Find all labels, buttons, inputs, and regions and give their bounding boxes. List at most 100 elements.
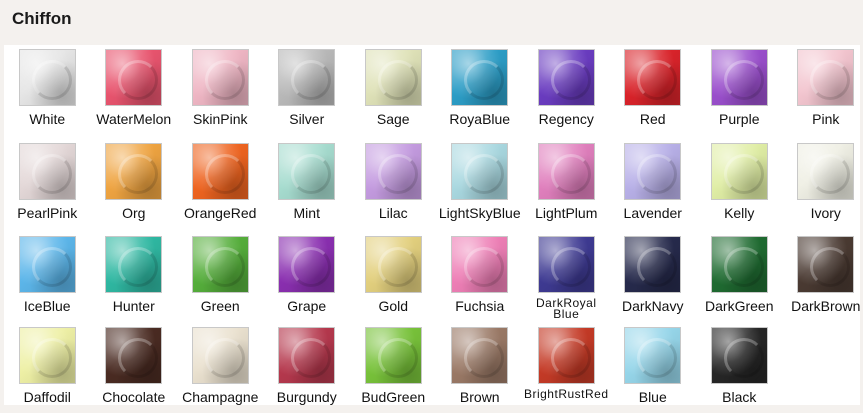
color-swatch-item[interactable]: Purple [696, 45, 783, 139]
swatch-panel: White WaterMelon SkinPink Silver Sage RoyaBlu… [4, 45, 860, 405]
fabric-swatch-image[interactable] [624, 327, 682, 384]
swatch-label: Blue [638, 389, 667, 405]
fabric-shading [538, 144, 594, 199]
fabric-swatch-image[interactable] [191, 236, 249, 293]
color-swatch-item[interactable]: Kelly [696, 139, 783, 232]
fabric-swatch-image[interactable] [278, 143, 336, 200]
fabric-swatch-image[interactable] [710, 327, 768, 384]
fabric-swatch-image[interactable] [710, 236, 768, 293]
fabric-shading [106, 144, 162, 199]
fabric-shading [365, 50, 421, 105]
fabric-swatch-image[interactable] [797, 49, 855, 106]
fabric-swatch-image[interactable] [105, 143, 163, 200]
color-swatch-item[interactable]: WaterMelon [91, 45, 178, 139]
color-swatch-item[interactable]: Black [696, 323, 783, 409]
color-swatch-item[interactable]: LightSkyBlue [437, 139, 524, 232]
fabric-swatch-image[interactable] [710, 49, 768, 106]
fabric-swatch-image[interactable] [278, 327, 336, 384]
fabric-shading [452, 328, 508, 383]
fabric-swatch-image[interactable] [105, 49, 163, 106]
fabric-shading [538, 237, 594, 292]
color-swatch-item[interactable]: Blue [610, 323, 697, 409]
fabric-swatch-image[interactable] [105, 327, 163, 384]
color-swatch-item[interactable]: Green [177, 232, 264, 323]
fabric-swatch-image[interactable] [278, 49, 336, 106]
swatch-label: SkinPink [193, 111, 248, 127]
color-swatch-item[interactable]: LightPlum [523, 139, 610, 232]
fabric-swatch-image[interactable] [278, 236, 336, 293]
color-swatch-item[interactable]: Daffodil [4, 323, 91, 409]
color-swatch-item[interactable]: Brown [437, 323, 524, 409]
fabric-shading [106, 50, 162, 105]
color-swatch-item[interactable]: Hunter [91, 232, 178, 323]
color-swatch-item[interactable]: Grape [264, 232, 351, 323]
color-swatch-item[interactable]: Pink [783, 45, 863, 139]
fabric-shading [452, 50, 508, 105]
color-swatch-item[interactable]: Org [91, 139, 178, 232]
color-swatch-item[interactable]: BrightRustRed [523, 323, 610, 409]
fabric-shading [711, 237, 767, 292]
fabric-swatch-image[interactable] [191, 327, 249, 384]
color-swatch-item[interactable]: Ivory [783, 139, 863, 232]
fabric-swatch-image[interactable] [797, 236, 855, 293]
color-swatch-item[interactable]: RoyaBlue [437, 45, 524, 139]
color-swatch-item[interactable]: DarkRoyal Blue [523, 232, 610, 323]
fabric-shading [625, 237, 681, 292]
fabric-swatch-image[interactable] [364, 143, 422, 200]
fabric-swatch-image[interactable] [451, 236, 509, 293]
fabric-swatch-image[interactable] [451, 143, 509, 200]
color-swatch-item[interactable]: DarkBrown [783, 232, 863, 323]
fabric-swatch-image[interactable] [451, 49, 509, 106]
fabric-shading [625, 144, 681, 199]
color-swatch-item[interactable]: Silver [264, 45, 351, 139]
fabric-swatch-image[interactable] [18, 49, 76, 106]
color-swatch-item[interactable]: White [4, 45, 91, 139]
color-swatch-item[interactable]: Lavender [610, 139, 697, 232]
fabric-swatch-image[interactable] [537, 236, 595, 293]
color-swatch-item[interactable]: DarkNavy [610, 232, 697, 323]
fabric-swatch-image[interactable] [191, 143, 249, 200]
fabric-swatch-image[interactable] [105, 236, 163, 293]
fabric-swatch-image[interactable] [624, 236, 682, 293]
fabric-swatch-image[interactable] [18, 236, 76, 293]
fabric-shading [452, 144, 508, 199]
color-swatch-item[interactable]: Sage [350, 45, 437, 139]
fabric-shading [279, 50, 335, 105]
color-swatch-item[interactable]: IceBlue [4, 232, 91, 323]
color-swatch-item[interactable]: Red [610, 45, 697, 139]
color-swatch-item[interactable]: Regency [523, 45, 610, 139]
color-swatch-item[interactable]: Chocolate [91, 323, 178, 409]
swatch-label: Sage [376, 111, 410, 127]
fabric-shading [711, 144, 767, 199]
fabric-swatch-image[interactable] [364, 236, 422, 293]
swatch-label: Grape [287, 298, 327, 314]
color-swatch-item[interactable]: Mint [264, 139, 351, 232]
color-swatch-item[interactable]: Burgundy [264, 323, 351, 409]
fabric-swatch-image[interactable] [797, 143, 855, 200]
swatch-label: BrightRustRed [523, 387, 609, 401]
color-swatch-item[interactable]: BudGreen [350, 323, 437, 409]
fabric-swatch-image[interactable] [191, 49, 249, 106]
fabric-swatch-image[interactable] [537, 327, 595, 384]
color-swatch-item[interactable]: DarkGreen [696, 232, 783, 323]
color-swatch-item[interactable]: OrangeRed [177, 139, 264, 232]
swatch-label: Mint [293, 205, 320, 221]
color-swatch-item[interactable]: Champagne [177, 323, 264, 409]
color-swatch-item[interactable]: PearlPink [4, 139, 91, 232]
fabric-swatch-image[interactable] [364, 49, 422, 106]
fabric-swatch-image[interactable] [451, 327, 509, 384]
fabric-shading [106, 328, 162, 383]
fabric-swatch-image[interactable] [364, 327, 422, 384]
fabric-swatch-image[interactable] [18, 143, 76, 200]
fabric-swatch-image[interactable] [624, 49, 682, 106]
fabric-swatch-image[interactable] [18, 327, 76, 384]
fabric-shading [538, 50, 594, 105]
color-swatch-item[interactable]: SkinPink [177, 45, 264, 139]
fabric-swatch-image[interactable] [624, 143, 682, 200]
fabric-swatch-image[interactable] [710, 143, 768, 200]
color-swatch-item[interactable]: Gold [350, 232, 437, 323]
fabric-swatch-image[interactable] [537, 143, 595, 200]
color-swatch-item[interactable]: Lilac [350, 139, 437, 232]
fabric-swatch-image[interactable] [537, 49, 595, 106]
color-swatch-item[interactable]: Fuchsia [437, 232, 524, 323]
